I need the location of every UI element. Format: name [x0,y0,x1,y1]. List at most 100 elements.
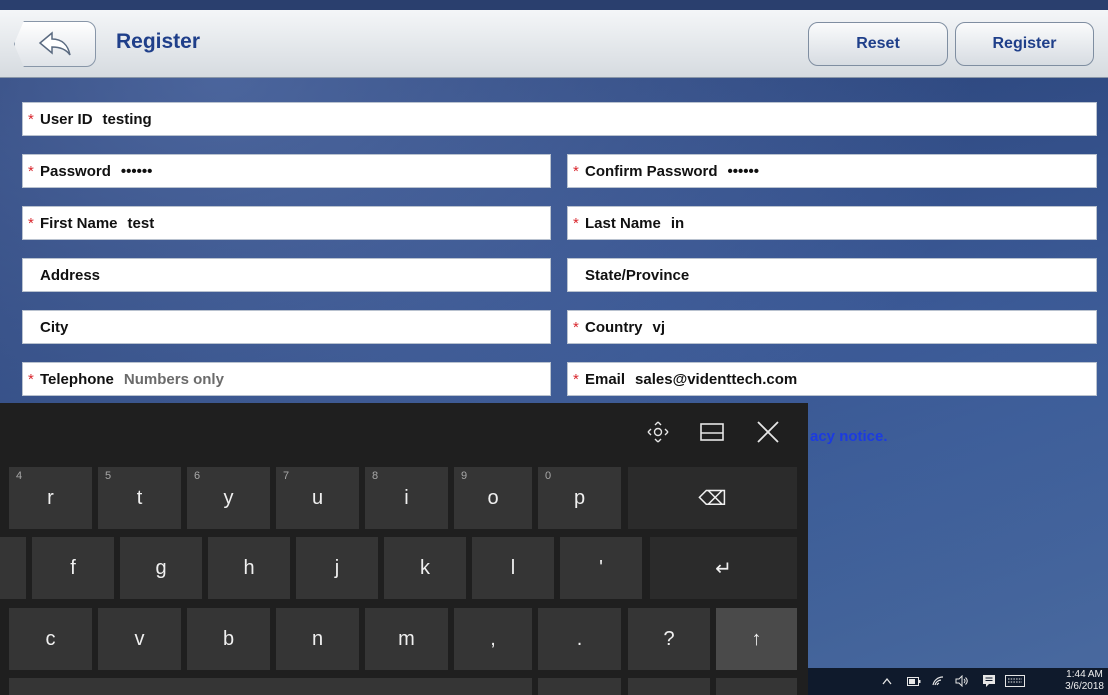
key-number: 0 [545,470,552,482]
key-u[interactable]: 7u [276,467,359,529]
key-number: 8 [372,470,379,482]
key-r[interactable]: 4r [9,467,92,529]
reset-button[interactable]: Reset [808,22,948,66]
key-number: 7 [283,470,290,482]
key-l[interactable]: l [472,537,554,599]
city-field[interactable]: City [22,310,551,344]
key-label: b [222,627,235,650]
state-field[interactable]: State/Province [567,258,1097,292]
key-row4-b[interactable] [628,678,710,695]
email-label: Email [585,370,626,388]
required-mark: * [28,110,34,128]
clock[interactable]: 1:44 AM 3/6/2018 [1065,669,1104,693]
password-value: •••••• [120,162,153,180]
email-field[interactable]: * Email sales@videnttech.com [567,362,1097,396]
register-button[interactable]: Register [955,22,1094,66]
key-period[interactable]: . [538,608,621,670]
key-c[interactable]: c [9,608,92,670]
keyboard-icon[interactable] [1004,672,1026,690]
shift-key[interactable]: ↑ [716,608,797,670]
key-number: 4 [16,470,23,482]
last-name-value: in [670,214,685,232]
key-label: m [398,627,415,650]
key-label: . [576,627,583,650]
key-row4-a[interactable] [538,678,621,695]
key-h[interactable]: h [208,537,290,599]
last-name-field[interactable]: * Last Name in [567,206,1097,240]
state-label: State/Province [585,266,690,284]
backspace-key[interactable]: ⌫ [628,467,797,529]
key-label: ? [663,627,675,650]
key-n[interactable]: n [276,608,359,670]
dock-icon[interactable] [697,417,727,447]
touch-keyboard: 4r 5t 6y 7u 8i 9o 0p ⌫ f g h j k l ' ↵ c… [0,403,808,695]
clock-time: 1:44 AM [1066,669,1103,680]
key-label: ' [599,556,603,579]
key-row4-c[interactable] [716,678,797,695]
shift-icon: ↑ [751,627,762,650]
required-mark: * [28,370,34,388]
key-label: j [334,556,340,579]
confirm-password-value: •••••• [727,162,760,180]
key-k[interactable]: k [384,537,466,599]
key-label: l [510,556,516,579]
key-label: t [136,486,143,509]
first-name-field[interactable]: * First Name test [22,206,551,240]
clock-date: 3/6/2018 [1065,681,1104,692]
enter-icon: ↵ [715,557,732,580]
key-label: o [487,486,499,509]
key-apostrophe[interactable]: ' [560,537,642,599]
close-icon[interactable] [753,417,783,447]
password-label: Password [40,162,111,180]
notification-icon[interactable] [980,672,998,690]
space-key[interactable] [9,678,532,695]
country-field[interactable]: * Country vj [567,310,1097,344]
email-value: sales@videnttech.com [635,370,798,388]
first-name-label: First Name [40,214,118,232]
privacy-notice-link[interactable]: acy notice. [810,428,888,445]
chevron-up-icon[interactable] [880,672,894,690]
back-arrow-icon [38,31,71,56]
key-y[interactable]: 6y [187,467,270,529]
back-button[interactable] [14,21,96,67]
backspace-icon: ⌫ [698,487,727,510]
key-number: 9 [461,470,468,482]
key-t[interactable]: 5t [98,467,181,529]
required-mark: * [573,318,579,336]
city-label: City [40,318,69,336]
key-m[interactable]: m [365,608,448,670]
key-question[interactable]: ? [628,608,710,670]
enter-key[interactable]: ↵ [650,537,797,599]
key-g[interactable]: g [120,537,202,599]
address-field[interactable]: Address [22,258,551,292]
telephone-field[interactable]: * Telephone Numbers only [22,362,551,396]
key-label: n [311,627,324,650]
key-f[interactable]: f [32,537,114,599]
wifi-icon[interactable] [930,672,946,690]
key-o[interactable]: 9o [454,467,532,529]
user-id-label: User ID [40,110,93,128]
battery-icon[interactable] [906,672,922,690]
user-id-field[interactable]: * User ID testing [22,102,1097,136]
key-i[interactable]: 8i [365,467,448,529]
password-field[interactable]: * Password •••••• [22,154,551,188]
keyboard-toolbar [0,403,808,460]
confirm-password-field[interactable]: * Confirm Password •••••• [567,154,1097,188]
key-d-partial[interactable] [0,537,26,599]
key-label: p [573,486,586,509]
address-label: Address [40,266,101,284]
key-label: y [223,486,234,509]
key-label: k [420,556,430,579]
required-mark: * [28,214,34,232]
key-label: , [490,627,496,650]
volume-icon[interactable] [954,672,970,690]
key-label: g [155,556,167,579]
key-p[interactable]: 0p [538,467,621,529]
key-v[interactable]: v [98,608,181,670]
key-j[interactable]: j [296,537,378,599]
move-icon[interactable] [643,417,673,447]
country-value: vj [652,318,666,336]
key-comma[interactable]: , [454,608,532,670]
telephone-placeholder: Numbers only [123,370,224,388]
key-b[interactable]: b [187,608,270,670]
